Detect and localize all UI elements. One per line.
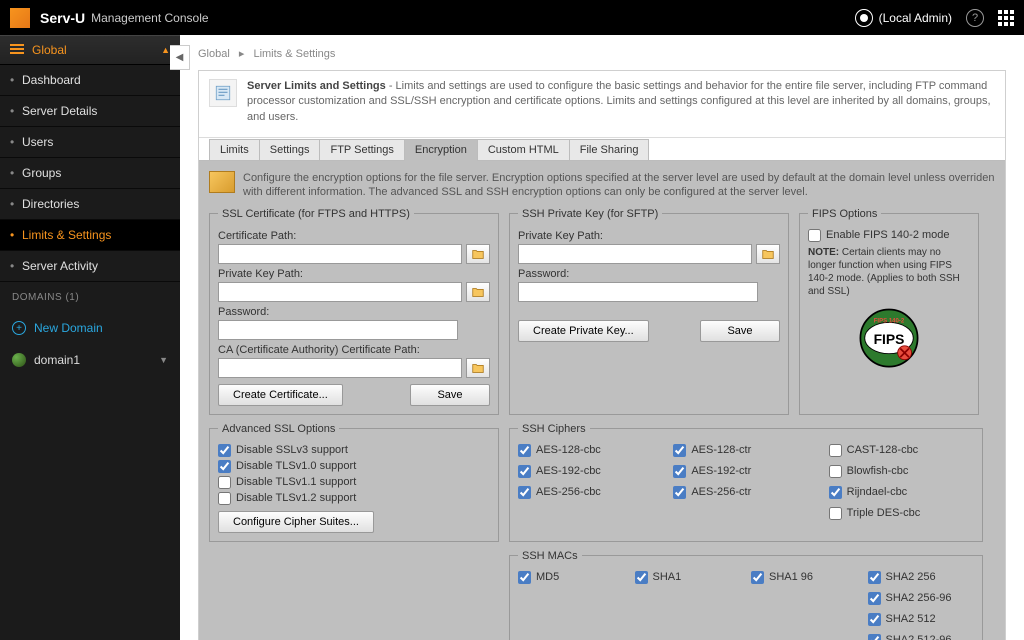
settings-panel: Server Limits and Settings - Limits and … [198,70,1006,640]
chevron-down-icon: ▼ [159,355,168,365]
encryption-desc-icon [209,171,235,193]
tab-settings[interactable]: Settings [259,139,321,161]
mac-sha2-512-96-checkbox[interactable]: SHA2 512-96 [868,634,975,640]
app-subtitle: Management Console [91,11,208,25]
globe-icon [12,353,26,367]
tabs: Limits Settings FTP Settings Encryption … [209,139,1005,161]
ssh-password-input[interactable] [518,282,758,302]
domain-item-domain1[interactable]: domain1▼ [0,343,180,377]
tab-encryption[interactable]: Encryption [404,139,478,161]
sidebar-item-server-activity[interactable]: Server Activity [0,251,180,282]
tab-file-sharing[interactable]: File Sharing [569,139,650,161]
cipher-blowfish-cbc-checkbox[interactable]: Blowfish-cbc [829,465,974,478]
mac-sha2-256-checkbox[interactable]: SHA2 256 [868,571,975,584]
sidebar-item-directories[interactable]: Directories [0,189,180,220]
logo-icon [10,8,30,28]
sidebar: Global ▲ Dashboard Server Details Users … [0,35,180,640]
new-domain-button[interactable]: +New Domain [0,313,180,343]
panel-header-icon [209,79,237,107]
mac-sha1-96-checkbox[interactable]: SHA1 96 [751,571,858,584]
cipher-rijndael-cbc-checkbox[interactable]: Rijndael-cbc [829,486,974,499]
breadcrumb-global[interactable]: Global [198,48,230,60]
fips-options-fieldset: FIPS Options Enable FIPS 140-2 mode NOTE… [799,208,979,415]
sidebar-item-limits-settings[interactable]: Limits & Settings [0,220,180,251]
domains-header: DOMAINS (1) [0,282,180,313]
svg-text:FIPS 140-2: FIPS 140-2 [874,318,905,324]
help-icon[interactable]: ? [966,9,984,27]
disable-tls11-checkbox[interactable]: Disable TLSv1.1 support [218,476,490,489]
ssl-certificate-fieldset: SSL Certificate (for FTPS and HTTPS) Cer… [209,208,499,415]
sidebar-item-server-details[interactable]: Server Details [0,96,180,127]
sidebar-item-groups[interactable]: Groups [0,158,180,189]
mac-sha2-512-checkbox[interactable]: SHA2 512 [868,613,975,626]
ssl-password-input[interactable] [218,320,458,340]
sidebar-collapse-button[interactable]: ◀ [170,45,190,70]
disable-tls12-checkbox[interactable]: Disable TLSv1.2 support [218,492,490,505]
cipher-aes-128-ctr-checkbox[interactable]: AES-128-ctr [673,444,818,457]
global-label: Global [32,43,67,57]
mac-sha1-checkbox[interactable]: SHA1 [635,571,742,584]
cipher-cast-128-cbc-checkbox[interactable]: CAST-128-cbc [829,444,974,457]
create-certificate-button[interactable]: Create Certificate... [218,384,343,406]
fips-note: NOTE: Certain clients may no longer func… [808,246,970,298]
ca-path-browse-button[interactable] [466,358,490,378]
tab-custom-html[interactable]: Custom HTML [477,139,570,161]
tab-limits[interactable]: Limits [209,139,260,161]
ssh-private-key-fieldset: SSH Private Key (for SFTP) Private Key P… [509,208,789,415]
sidebar-global-header[interactable]: Global ▲ [0,35,180,65]
ssl-pkey-browse-button[interactable] [466,282,490,302]
app-title: Serv-U [40,10,85,26]
ssl-save-button[interactable]: Save [410,384,490,406]
cipher-aes-256-ctr-checkbox[interactable]: AES-256-ctr [673,486,818,499]
breadcrumb: Global ▸ Limits & Settings [198,47,1006,60]
content-area: Global ▸ Limits & Settings Server Limits… [180,35,1024,640]
configure-cipher-suites-button[interactable]: Configure Cipher Suites... [218,511,374,533]
fips-enable-checkbox[interactable]: Enable FIPS 140-2 mode [808,229,970,242]
encryption-desc-text: Configure the encryption options for the… [243,171,995,200]
mac-sha2-256-96-checkbox[interactable]: SHA2 256-96 [868,592,975,605]
sidebar-item-dashboard[interactable]: Dashboard [0,65,180,96]
apps-grid-icon[interactable] [998,10,1014,26]
plus-icon: + [12,321,26,335]
ssh-pkey-path-input[interactable] [518,244,752,264]
disable-tls10-checkbox[interactable]: Disable TLSv1.0 support [218,460,490,473]
tab-ftp-settings[interactable]: FTP Settings [319,139,404,161]
sidebar-item-users[interactable]: Users [0,127,180,158]
ssh-pkey-browse-button[interactable] [756,244,780,264]
ssh-macs-fieldset: SSH MACs MD5SHA1SHA1 96SHA2 256xxxSHA2 2… [509,550,983,640]
svg-text:FIPS: FIPS [874,331,905,347]
cipher-aes-192-ctr-checkbox[interactable]: AES-192-ctr [673,465,818,478]
advanced-ssl-fieldset: Advanced SSL Options Disable SSLv3 suppo… [209,423,499,542]
fips-badge-icon: FIPS FIPS 140-2 [854,306,924,371]
cipher-aes-192-cbc-checkbox[interactable]: AES-192-cbc [518,465,663,478]
user-icon [855,9,873,27]
cipher-aes-256-cbc-checkbox[interactable]: AES-256-cbc [518,486,663,499]
ssh-ciphers-fieldset: SSH Ciphers AES-128-cbcAES-128-ctrCAST-1… [509,423,983,542]
cipher-triple-des-cbc-checkbox[interactable]: Triple DES-cbc [829,507,974,520]
panel-header-text: Server Limits and Settings - Limits and … [247,79,995,125]
cert-path-input[interactable] [218,244,462,264]
mac-md5-checkbox[interactable]: MD5 [518,571,625,584]
tab-body-encryption: Configure the encryption options for the… [199,160,1005,640]
topbar: Serv-U Management Console (Local Admin) … [0,0,1024,35]
breadcrumb-current: Limits & Settings [253,48,335,60]
ca-path-input[interactable] [218,358,462,378]
user-label[interactable]: (Local Admin) [879,11,952,25]
cipher-aes-128-cbc-checkbox[interactable]: AES-128-cbc [518,444,663,457]
ssl-pkey-path-input[interactable] [218,282,462,302]
ssh-save-button[interactable]: Save [700,320,780,342]
create-private-key-button[interactable]: Create Private Key... [518,320,649,342]
global-icon [10,44,24,56]
chevron-up-icon: ▲ [161,45,170,55]
disable-sslv3-checkbox[interactable]: Disable SSLv3 support [218,444,490,457]
cert-path-browse-button[interactable] [466,244,490,264]
